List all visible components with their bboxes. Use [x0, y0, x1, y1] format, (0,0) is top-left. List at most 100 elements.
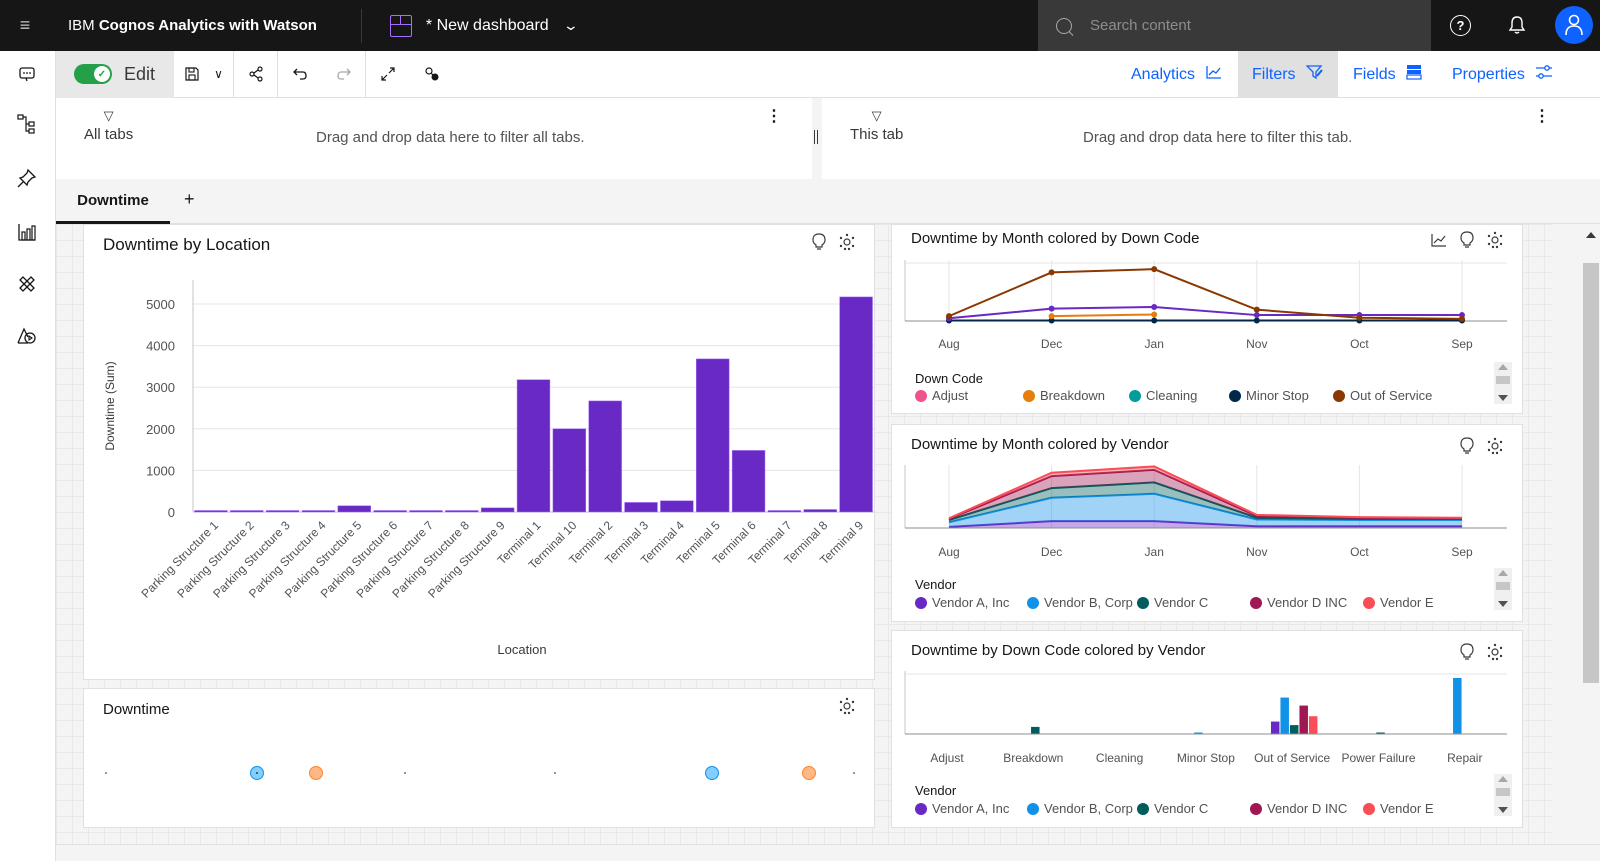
legend-item-breakdown[interactable]: Breakdown — [1023, 388, 1105, 403]
bar[interactable] — [301, 510, 336, 513]
tab-analytics[interactable]: Analytics — [1117, 51, 1237, 98]
data-point[interactable] — [1151, 303, 1158, 310]
data-point[interactable] — [1048, 313, 1055, 320]
bar[interactable] — [516, 379, 551, 513]
legend-item-out-of-service[interactable]: Out of Service — [1333, 388, 1432, 403]
panel-splitter-handle[interactable] — [814, 130, 818, 144]
bar[interactable] — [1270, 721, 1280, 734]
tab-downtime[interactable]: Downtime — [56, 179, 170, 224]
bar[interactable] — [230, 510, 264, 513]
data-point[interactable] — [1459, 315, 1465, 322]
bar[interactable] — [1299, 705, 1308, 734]
media-assets-icon[interactable] — [14, 322, 40, 348]
data-point[interactable] — [1151, 317, 1158, 324]
data-point[interactable] — [1253, 306, 1260, 313]
legend-scrollbar[interactable] — [1494, 362, 1512, 404]
dashboard-switcher[interactable]: * New dashboard ⌄ — [389, 14, 579, 37]
tab-filters[interactable]: Filters — [1238, 51, 1338, 98]
fullscreen-button[interactable] — [366, 51, 410, 98]
legend-item-minor-stop[interactable]: Minor Stop — [1229, 388, 1309, 403]
legend-item-vendor[interactable]: Vendor B, Corp — [1027, 801, 1133, 816]
save-button[interactable]: ∨ — [174, 50, 234, 98]
search-input[interactable]: Search content — [1038, 0, 1431, 51]
data-point[interactable] — [1356, 314, 1363, 321]
legend-item-vendor[interactable]: Vendor B, Corp — [1027, 595, 1133, 610]
legend-item-cleaning[interactable]: Cleaning — [1129, 388, 1197, 403]
assets-tools-icon[interactable] — [14, 271, 40, 297]
redo-button[interactable] — [322, 50, 366, 98]
legend-item-adjust[interactable]: Adjust — [915, 388, 968, 403]
bar[interactable] — [1031, 726, 1040, 734]
legend-scrollbar[interactable] — [1494, 568, 1512, 610]
bar[interactable] — [696, 358, 730, 513]
pin-icon[interactable] — [14, 165, 40, 191]
bar[interactable] — [839, 296, 873, 513]
legend-item-vendor[interactable]: Vendor A, Inc — [915, 595, 1009, 610]
visualizations-icon[interactable] — [14, 219, 40, 245]
canvas-scrollbar-thumb[interactable] — [1583, 263, 1599, 683]
chevron-down-icon[interactable]: ⌄ — [562, 17, 578, 34]
help-icon[interactable]: ? — [1450, 15, 1471, 36]
legend-scrollbar[interactable] — [1494, 774, 1512, 816]
bar[interactable] — [803, 509, 837, 513]
undo-button[interactable] — [278, 51, 322, 98]
overflow-menu-icon[interactable]: ⋮ — [766, 106, 782, 126]
scroll-up-arrow-icon[interactable] — [1586, 232, 1596, 238]
legend-item-vendor[interactable]: Vendor C — [1137, 801, 1208, 816]
tab-fields[interactable]: Fields — [1339, 51, 1436, 98]
bar[interactable] — [767, 510, 802, 513]
bar[interactable] — [373, 510, 407, 513]
bar[interactable] — [480, 507, 515, 513]
legend-item-vendor[interactable]: Vendor A, Inc — [915, 801, 1009, 816]
overflow-menu-icon[interactable]: ⋮ — [1534, 106, 1550, 126]
legend-item-vendor[interactable]: Vendor E — [1363, 595, 1434, 610]
all-tabs-filter-dropzone[interactable]: ▽ All tabs Drag and drop data here to fi… — [56, 98, 812, 179]
user-avatar-icon[interactable] — [1555, 6, 1593, 44]
bar[interactable] — [588, 400, 622, 513]
add-tab-button[interactable]: + — [184, 189, 195, 210]
bar[interactable] — [1280, 697, 1289, 734]
bar[interactable] — [1289, 725, 1299, 734]
data-point[interactable] — [1151, 311, 1158, 318]
data-point[interactable] — [946, 313, 952, 320]
bar[interactable] — [731, 450, 766, 513]
series-line[interactable] — [1051, 313, 1155, 318]
data-point[interactable] — [1151, 266, 1158, 273]
data-tree-icon[interactable] — [14, 112, 40, 138]
widget-downtime-by-month-downcode[interactable]: Downtime by Month colored by Down Code A… — [891, 224, 1523, 414]
data-point[interactable] — [705, 766, 719, 780]
series-line[interactable] — [948, 305, 1462, 320]
edit-mode-toggle[interactable]: Edit — [56, 50, 174, 98]
toggle-switch[interactable] — [74, 64, 112, 84]
legend-item-vendor[interactable]: Vendor C — [1137, 595, 1208, 610]
data-point[interactable] — [1048, 269, 1055, 276]
bar[interactable] — [660, 500, 694, 513]
legend-item-vendor[interactable]: Vendor E — [1363, 801, 1434, 816]
share-button[interactable] — [234, 50, 278, 98]
data-point[interactable] — [1048, 305, 1055, 312]
data-point[interactable] — [1253, 312, 1260, 319]
widget-downtime[interactable]: Downtime — [83, 688, 875, 828]
bar[interactable] — [445, 510, 479, 513]
legend-item-vendor[interactable]: Vendor D INC — [1250, 595, 1347, 610]
widget-downtime-by-location[interactable]: Downtime by Location 0 1000 2000 3000 4000 50… — [83, 224, 875, 680]
bar[interactable] — [624, 502, 658, 513]
this-tab-filter-dropzone[interactable]: ▽ This tab Drag and drop data here to fi… — [822, 98, 1600, 179]
bar[interactable] — [1453, 678, 1462, 734]
bar[interactable] — [552, 428, 587, 513]
tab-properties[interactable]: Properties — [1438, 51, 1567, 98]
widget-downtime-by-downcode-vendor[interactable]: Downtime by Down Code colored by Vendor … — [891, 630, 1523, 828]
bar[interactable] — [1308, 716, 1318, 734]
relationships-button[interactable] — [410, 51, 454, 98]
legend-item-vendor[interactable]: Vendor D INC — [1250, 801, 1347, 816]
bar[interactable] — [337, 505, 371, 513]
widget-downtime-by-month-vendor[interactable]: Downtime by Month colored by Vendor Aug D… — [891, 424, 1523, 622]
save-dropdown-chevron-icon[interactable]: ∨ — [214, 67, 223, 81]
bar[interactable] — [409, 510, 443, 513]
data-point[interactable] — [802, 766, 816, 780]
chat-icon[interactable] — [14, 61, 40, 87]
data-point[interactable] — [309, 766, 323, 780]
bar[interactable] — [194, 510, 228, 513]
data-point[interactable] — [1253, 317, 1260, 324]
bar[interactable] — [265, 510, 300, 513]
